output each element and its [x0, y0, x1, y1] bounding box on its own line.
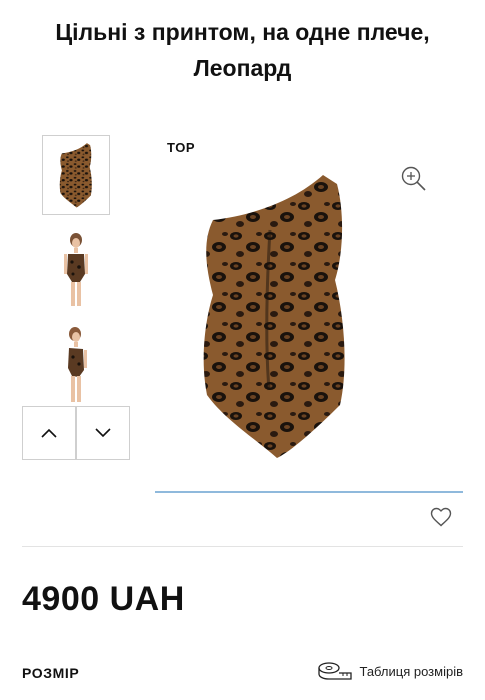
thumbnail-swimsuit[interactable] — [42, 135, 110, 215]
gallery-progress-bar — [155, 491, 463, 493]
thumbnail-model-side[interactable] — [42, 325, 110, 405]
model-side-thumbnail-image — [68, 327, 87, 402]
product-price: 4900 UAH — [22, 580, 185, 618]
size-chart-link[interactable]: Таблиця розмірів — [317, 660, 463, 682]
thumbnail-prev-button[interactable] — [22, 406, 76, 460]
size-chart-label: Таблиця розмірів — [359, 663, 463, 679]
measuring-tape-icon — [318, 662, 353, 680]
section-divider — [22, 546, 463, 547]
gallery-progress-fill — [155, 491, 463, 493]
thumbnail-next-button[interactable] — [76, 406, 130, 460]
chevron-down-icon — [95, 428, 111, 438]
product-title: Цільні з принтом, на одне плече, Леопард — [55, 19, 430, 81]
top-badge: TOP — [167, 140, 195, 155]
size-label: РОЗМІР — [22, 665, 80, 681]
zoom-in-icon[interactable] — [400, 165, 428, 193]
thumbnail-model-front[interactable] — [42, 230, 110, 310]
model-front-thumbnail-image — [64, 233, 88, 306]
swimsuit-thumbnail-image — [59, 143, 92, 208]
chevron-up-icon — [41, 428, 57, 438]
heart-icon[interactable] — [429, 505, 453, 529]
product-main-image[interactable] — [195, 170, 355, 460]
